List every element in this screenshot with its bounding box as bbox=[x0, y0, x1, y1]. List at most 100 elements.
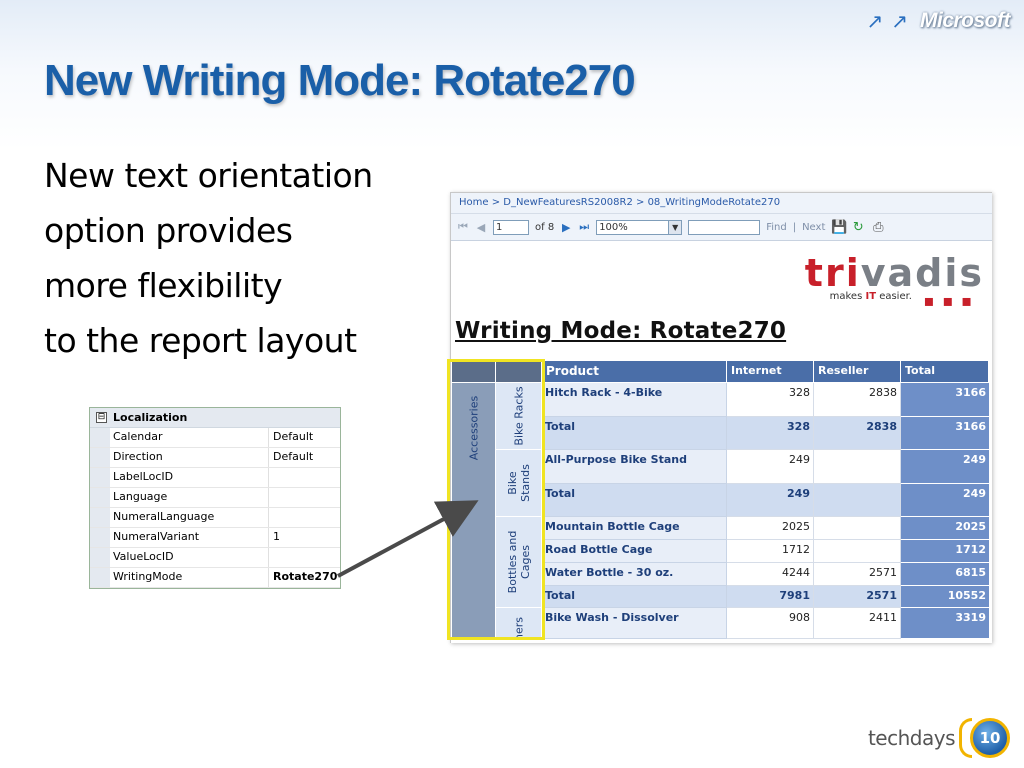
property-name: NumeralLanguage bbox=[110, 508, 269, 527]
table-row-product: Bike Wash - Dissolver bbox=[542, 608, 727, 639]
property-name: NumeralVariant bbox=[110, 528, 269, 547]
cell-internet: 328 bbox=[727, 383, 814, 417]
body-line: to the report layout bbox=[44, 321, 357, 360]
property-category-label: Localization bbox=[113, 411, 188, 424]
collapse-icon[interactable]: ⊟ bbox=[96, 412, 107, 423]
table-row-product: Total bbox=[542, 484, 727, 517]
property-grid: ⊟ Localization Calendar Default Directio… bbox=[89, 407, 341, 589]
next-link[interactable]: Next bbox=[802, 222, 825, 233]
cell-reseller: 2838 bbox=[814, 383, 901, 417]
property-value[interactable] bbox=[269, 488, 340, 507]
property-value[interactable] bbox=[269, 548, 340, 567]
row-group-outer: Accessories bbox=[452, 383, 496, 639]
property-value[interactable]: Rotate270 bbox=[269, 568, 340, 587]
row-group-label: Accessories bbox=[467, 395, 480, 461]
property-value[interactable]: 1 bbox=[269, 528, 340, 547]
next-page-icon[interactable]: ▶ bbox=[560, 221, 572, 234]
row-group-label: ners bbox=[512, 617, 525, 639]
cell-reseller bbox=[814, 517, 901, 540]
table-row-product: Total bbox=[542, 586, 727, 608]
cell-total: 3166 bbox=[901, 417, 989, 450]
last-page-icon[interactable]: ⏭ bbox=[578, 220, 590, 234]
cell-reseller: 2838 bbox=[814, 417, 901, 450]
header-reseller: Reseller bbox=[814, 361, 901, 383]
property-row-numerallanguage[interactable]: NumeralLanguage bbox=[90, 508, 340, 528]
techdays-badge: 10 bbox=[970, 718, 1010, 758]
cell-internet: 328 bbox=[727, 417, 814, 450]
cell-internet: 7981 bbox=[727, 586, 814, 608]
zoom-select[interactable]: 100% ▼ bbox=[596, 219, 683, 235]
page-count: of 8 bbox=[535, 221, 555, 233]
body-line: New text orientation bbox=[44, 156, 373, 195]
row-group-label: Bottles and Cages bbox=[505, 530, 532, 594]
cell-reseller: 2571 bbox=[814, 563, 901, 586]
refresh-icon[interactable]: ↻ bbox=[851, 220, 865, 235]
microsoft-logo: ↗↗ Microsoft bbox=[866, 8, 1010, 34]
property-name: Direction bbox=[110, 448, 269, 467]
header-product: Product bbox=[542, 361, 727, 383]
property-value[interactable]: Default bbox=[269, 448, 340, 467]
property-category[interactable]: ⊟ Localization bbox=[90, 408, 340, 428]
property-row-valuelocid[interactable]: ValueLocID bbox=[90, 548, 340, 568]
cell-total: 2025 bbox=[901, 517, 989, 540]
microsoft-birds-icon: ↗↗ bbox=[866, 9, 916, 33]
report-matrix: Product Internet Reseller Total Accessor… bbox=[452, 361, 989, 639]
cell-reseller bbox=[814, 450, 901, 484]
cell-total: 3166 bbox=[901, 383, 989, 417]
cell-internet: 908 bbox=[727, 608, 814, 639]
page-number-input[interactable]: 1 bbox=[493, 219, 529, 235]
find-link[interactable]: Find bbox=[766, 222, 787, 233]
slide-body: New text orientation option provides mor… bbox=[44, 148, 373, 368]
property-row-calendar[interactable]: Calendar Default bbox=[90, 428, 340, 448]
first-page-icon[interactable]: ⏮ bbox=[457, 220, 469, 234]
trivadis-dots-icon: ▪▪▪ bbox=[923, 291, 980, 310]
chevron-down-icon: ▼ bbox=[668, 220, 682, 234]
cell-total: 3319 bbox=[901, 608, 989, 639]
property-name: Language bbox=[110, 488, 269, 507]
property-name: Calendar bbox=[110, 428, 269, 447]
property-row-language[interactable]: Language bbox=[90, 488, 340, 508]
property-row-numeralvariant[interactable]: NumeralVariant 1 bbox=[90, 528, 340, 548]
row-group-label: Bike Stands bbox=[505, 464, 532, 502]
table-row-product: All-Purpose Bike Stand bbox=[542, 450, 727, 484]
table-row-product: Water Bottle - 30 oz. bbox=[542, 563, 727, 586]
export-icon[interactable]: 💾 bbox=[831, 220, 847, 235]
cell-reseller: 2411 bbox=[814, 608, 901, 639]
property-value[interactable]: Default bbox=[269, 428, 340, 447]
property-row-direction[interactable]: Direction Default bbox=[90, 448, 340, 468]
cell-internet: 4244 bbox=[727, 563, 814, 586]
print-icon[interactable]: ⎙ bbox=[871, 220, 885, 235]
trivadis-logo: trivadis makes IT easier. ▪▪▪ bbox=[804, 251, 984, 309]
property-value[interactable] bbox=[269, 508, 340, 527]
cell-total: 1712 bbox=[901, 540, 989, 563]
cell-internet: 1712 bbox=[727, 540, 814, 563]
property-row-labellocid[interactable]: LabelLocID bbox=[90, 468, 340, 488]
techdays-logo: techdays 10 bbox=[868, 718, 1010, 758]
previous-page-icon[interactable]: ◀ bbox=[475, 221, 487, 234]
find-input[interactable] bbox=[688, 219, 761, 235]
body-line: option provides bbox=[44, 211, 293, 250]
viewer-toolbar: ⏮ ◀ 1 of 8 ▶ ⏭ 100% ▼ Find | Next 💾 ↻ ⎙ bbox=[451, 214, 992, 241]
property-value[interactable] bbox=[269, 468, 340, 487]
property-row-writingmode[interactable]: WritingMode Rotate270 bbox=[90, 568, 340, 588]
property-name: LabelLocID bbox=[110, 468, 269, 487]
row-group-inner: Bike Stands bbox=[496, 450, 542, 517]
table-row-product: Hitch Rack - 4-Bike bbox=[542, 383, 727, 417]
corner-header bbox=[452, 361, 496, 383]
row-group-inner: Bike Racks bbox=[496, 383, 542, 450]
corner-header bbox=[496, 361, 542, 383]
cell-internet: 249 bbox=[727, 450, 814, 484]
cell-internet: 249 bbox=[727, 484, 814, 517]
table-row-product: Mountain Bottle Cage bbox=[542, 517, 727, 540]
microsoft-wordmark: Microsoft bbox=[920, 9, 1011, 32]
row-group-label: Bike Racks bbox=[512, 386, 525, 446]
cell-internet: 2025 bbox=[727, 517, 814, 540]
cell-total: 10552 bbox=[901, 586, 989, 608]
property-name: ValueLocID bbox=[110, 548, 269, 567]
cell-reseller bbox=[814, 540, 901, 563]
table-row-product: Road Bottle Cage bbox=[542, 540, 727, 563]
trivadis-wordmark: trivadis bbox=[804, 251, 984, 295]
breadcrumb[interactable]: Home > D_NewFeaturesRS2008R2 > 08_Writin… bbox=[451, 193, 992, 214]
row-group-inner: Bottles and Cages bbox=[496, 517, 542, 608]
cell-total: 6815 bbox=[901, 563, 989, 586]
